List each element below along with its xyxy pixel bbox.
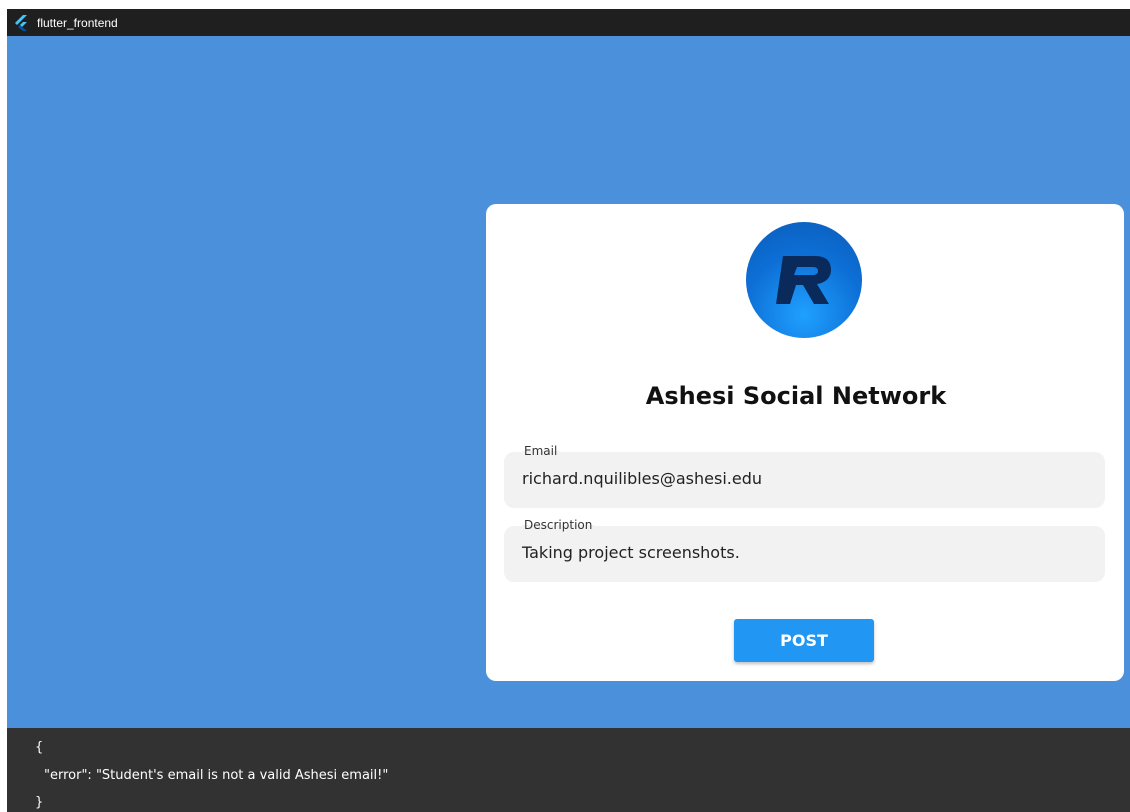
email-field-label: Email	[522, 444, 560, 458]
description-field-value[interactable]: Taking project screenshots.	[522, 543, 740, 562]
description-field-label: Description	[522, 518, 595, 532]
email-field[interactable]: Email richard.nquilibles@ashesi.edu	[504, 444, 1105, 508]
window-top-border	[0, 0, 1130, 9]
app-name-heading: Ashesi Social Network	[645, 382, 947, 410]
console-line: {	[35, 740, 44, 755]
error-console: { "error": "Student's email is not a val…	[7, 728, 1130, 812]
flutter-icon	[11, 13, 31, 33]
console-line: }	[35, 795, 44, 810]
post-button[interactable]: POST	[734, 619, 874, 662]
description-field[interactable]: Description Taking project screenshots.	[504, 518, 1105, 582]
window-titlebar[interactable]: flutter_frontend	[7, 9, 1130, 36]
r-logo-icon	[746, 222, 862, 338]
window-title: flutter_frontend	[37, 15, 118, 30]
console-error-line: "error": "Student's email is not a valid…	[44, 768, 389, 783]
email-field-value[interactable]: richard.nquilibles@ashesi.edu	[522, 469, 762, 488]
post-form-card: Ashesi Social Network Email richard.nqui…	[486, 204, 1124, 681]
